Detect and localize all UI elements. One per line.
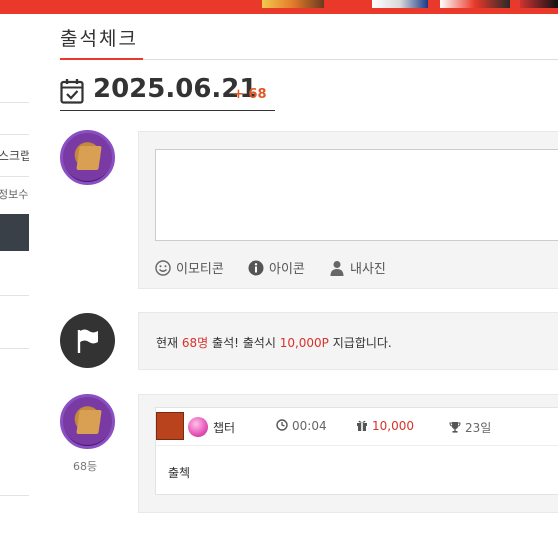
notice-avatar xyxy=(60,313,115,368)
entry-meta: 챕터 00:04 10,000 23일 xyxy=(156,408,558,446)
attendance-notice: 현재 68명 출석! 출석시 10,000P 지급합니다. xyxy=(138,312,558,370)
user-avatar xyxy=(60,130,115,185)
page-title: 출석체크 xyxy=(60,28,138,50)
attendance-plus-count: + 68 xyxy=(233,87,267,102)
reward-points: 10,000P xyxy=(279,336,329,350)
title-underline xyxy=(60,58,143,60)
divider xyxy=(0,295,29,296)
entry-nickname[interactable]: 챕터 xyxy=(213,419,235,436)
entry-time: 00:04 xyxy=(276,419,327,433)
level-icon xyxy=(156,412,184,440)
comment-composer: 이모티콘 아이콘 내사진 xyxy=(138,131,558,289)
entry-points: 10,000 xyxy=(356,419,414,433)
user-icon xyxy=(330,261,344,276)
info-icon xyxy=(248,260,264,276)
left-sidebar: 스크랩 정보수정 xyxy=(0,14,29,534)
icon-label: 아이콘 xyxy=(268,262,305,277)
banner-thumbnail[interactable] xyxy=(262,0,324,8)
entry-comment: 출첵 xyxy=(168,466,191,480)
banner-thumbnail[interactable] xyxy=(372,0,428,8)
top-banner xyxy=(0,0,558,14)
attendance-entry: 챕터 00:04 10,000 23일 출첵 xyxy=(138,394,558,513)
calendar-check-icon xyxy=(60,79,84,104)
entry-body: 챕터 00:04 10,000 23일 출첵 xyxy=(155,407,558,495)
photo-label: 내사진 xyxy=(350,262,386,277)
flag-icon xyxy=(77,329,98,353)
trophy-icon xyxy=(449,422,461,433)
entry-rank: 68등 xyxy=(73,460,98,473)
sidebar-button[interactable] xyxy=(0,214,29,251)
banner-thumbnail[interactable] xyxy=(520,0,558,8)
attendee-count: 68명 xyxy=(181,336,209,350)
emoticon-label: 이모티콘 xyxy=(176,262,224,277)
attendance-main: 출석체크 2025.06.21 + 68 이모티콘 아이콘 내사진 현재 68명… xyxy=(29,14,558,534)
divider xyxy=(0,176,29,177)
entry-time-value: 00:04 xyxy=(292,419,327,433)
icon-button[interactable]: 아이콘 xyxy=(248,258,305,277)
my-photo-button[interactable]: 내사진 xyxy=(329,258,386,277)
orb-icon xyxy=(188,417,208,437)
divider xyxy=(0,495,29,496)
divider xyxy=(0,134,29,135)
comment-textarea[interactable] xyxy=(155,149,558,241)
sidebar-item-edit-info[interactable]: 정보수정 xyxy=(0,186,29,202)
entry-days-value: 23일 xyxy=(465,421,492,435)
sidebar-item-scrap[interactable]: 스크랩 xyxy=(0,147,29,164)
entry-days: 23일 xyxy=(449,419,491,436)
divider xyxy=(0,348,29,349)
notice-suffix: 지급합니다. xyxy=(328,336,392,350)
banner-thumbnail[interactable] xyxy=(440,0,510,8)
divider xyxy=(0,102,29,103)
entry-avatar[interactable] xyxy=(60,394,115,449)
notice-text: 현재 68명 출석! 출석시 10,000P 지급합니다. xyxy=(156,334,392,351)
smile-icon xyxy=(155,260,171,276)
notice-prefix: 현재 xyxy=(156,336,182,350)
gift-icon xyxy=(357,420,367,431)
emoticon-button[interactable]: 이모티콘 xyxy=(155,258,224,277)
date-underline xyxy=(60,110,275,111)
notice-middle: 출석! 출석시 xyxy=(208,336,280,350)
composer-toolbar: 이모티콘 아이콘 내사진 xyxy=(155,258,406,277)
clock-icon xyxy=(276,419,288,431)
entry-points-value: 10,000 xyxy=(372,419,414,433)
